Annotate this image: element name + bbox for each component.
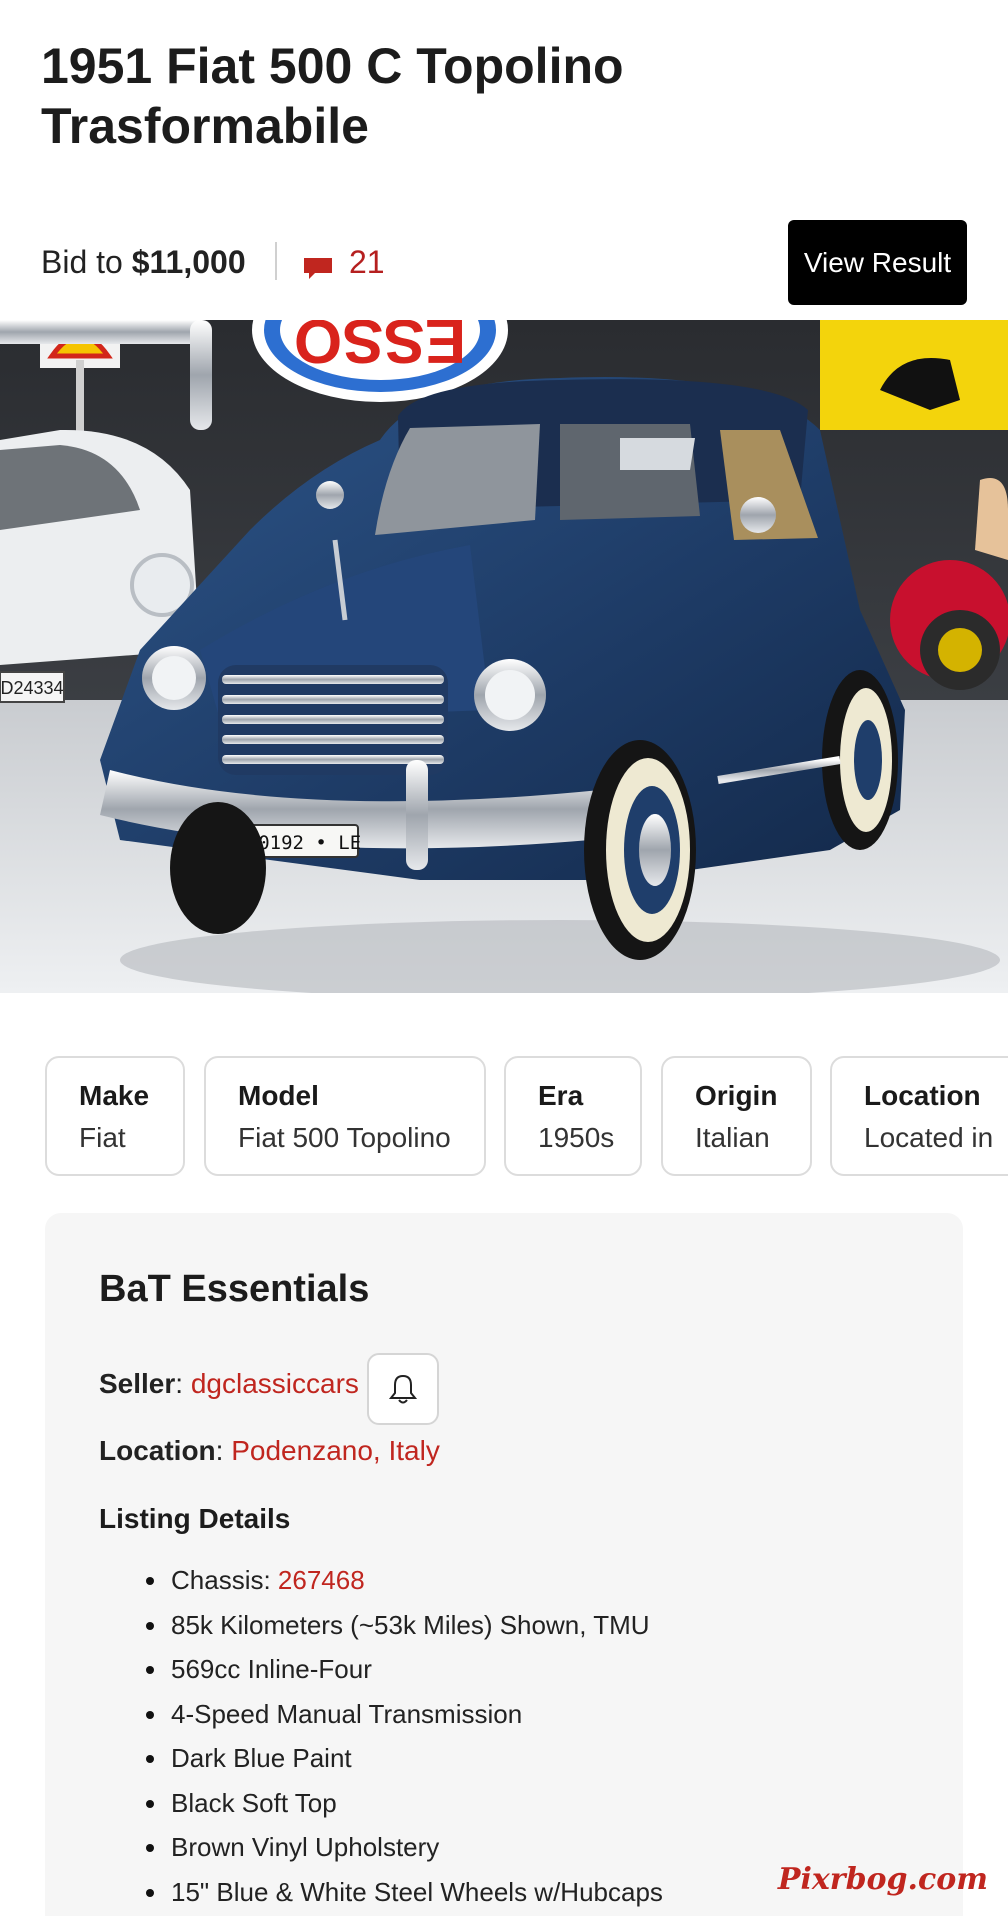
- bell-icon: [388, 1374, 418, 1404]
- view-result-button[interactable]: View Result: [788, 220, 967, 305]
- seller-label: Seller: [99, 1368, 176, 1399]
- list-item: Dark Blue Paint: [146, 1736, 663, 1781]
- seller-colon: :: [175, 1368, 191, 1399]
- chip-value: Located in: [864, 1122, 994, 1153]
- comment-icon[interactable]: [303, 254, 333, 284]
- watermark: Pixrbog.com: [777, 1862, 988, 1897]
- chip-make[interactable]: Make Fiat: [45, 1056, 185, 1176]
- left-plate-text: D24334: [0, 678, 63, 698]
- fiat-topolino-photo: ESSO D24334 30192 • LE: [0, 320, 1008, 993]
- seller-link[interactable]: dgclassiccars: [191, 1368, 359, 1399]
- list-item: 85k Kilometers (~53k Miles) Shown, TMU: [146, 1603, 663, 1648]
- chassis-label: Chassis:: [171, 1565, 278, 1595]
- chip-value: Italian: [695, 1122, 770, 1153]
- chip-key: Make: [79, 1080, 150, 1111]
- bid-prefix: Bid to: [41, 244, 123, 280]
- chip-era[interactable]: Era 1950s: [504, 1056, 642, 1176]
- chip-key: Model: [238, 1080, 319, 1111]
- seller-row: Seller: dgclassiccars: [99, 1368, 359, 1400]
- list-item: Black Soft Top: [146, 1781, 663, 1826]
- chip-model[interactable]: Model Fiat 500 Topolino: [204, 1056, 486, 1176]
- spec-chips: Make Fiat Model Fiat 500 Topolino Era 19…: [45, 1056, 1008, 1176]
- essentials-title: BaT Essentials: [99, 1268, 370, 1310]
- chip-location[interactable]: Location Located in: [830, 1056, 1008, 1176]
- chip-key: Location: [864, 1080, 981, 1111]
- chip-value: Fiat: [79, 1122, 126, 1153]
- chip-origin[interactable]: Origin Italian: [661, 1056, 812, 1176]
- bat-essentials-panel: BaT Essentials Seller: dgclassiccars Loc…: [45, 1213, 963, 1916]
- list-item: 15" Blue & White Steel Wheels w/Hubcaps: [146, 1870, 663, 1915]
- location-link[interactable]: Podenzano, Italy: [231, 1435, 440, 1466]
- hero-image[interactable]: ESSO D24334 30192 • LE: [0, 320, 1008, 993]
- chip-value: Fiat 500 Topolino: [238, 1122, 451, 1153]
- listing-title: 1951 Fiat 500 C Topolino Trasformabile: [41, 38, 624, 154]
- chip-key: Origin: [695, 1080, 778, 1111]
- list-item: 4-Speed Manual Transmission: [146, 1692, 663, 1737]
- listing-details-list: Chassis: 267468 85k Kilometers (~53k Mil…: [146, 1558, 663, 1915]
- chip-key: Era: [538, 1080, 584, 1111]
- comment-count[interactable]: 21: [349, 244, 385, 281]
- bid-summary: Bid to $11,000: [41, 244, 246, 281]
- list-item: 569cc Inline-Four: [146, 1647, 663, 1692]
- bid-bar: Bid to $11,000 21 View Result: [41, 220, 967, 306]
- chip-value: 1950s: [538, 1122, 615, 1153]
- bid-amount: $11,000: [131, 244, 246, 280]
- follow-seller-button[interactable]: [367, 1353, 439, 1425]
- list-item: Chassis: 267468: [146, 1558, 663, 1603]
- chassis-link[interactable]: 267468: [278, 1565, 365, 1595]
- location-row: Location: Podenzano, Italy: [99, 1435, 440, 1467]
- location-colon: :: [215, 1435, 232, 1466]
- listing-details-heading: Listing Details: [99, 1503, 291, 1534]
- esso-sign-text: ESSO: [294, 320, 466, 375]
- list-item: Brown Vinyl Upholstery: [146, 1825, 663, 1870]
- bid-divider: [275, 242, 277, 280]
- location-label: Location: [99, 1435, 216, 1466]
